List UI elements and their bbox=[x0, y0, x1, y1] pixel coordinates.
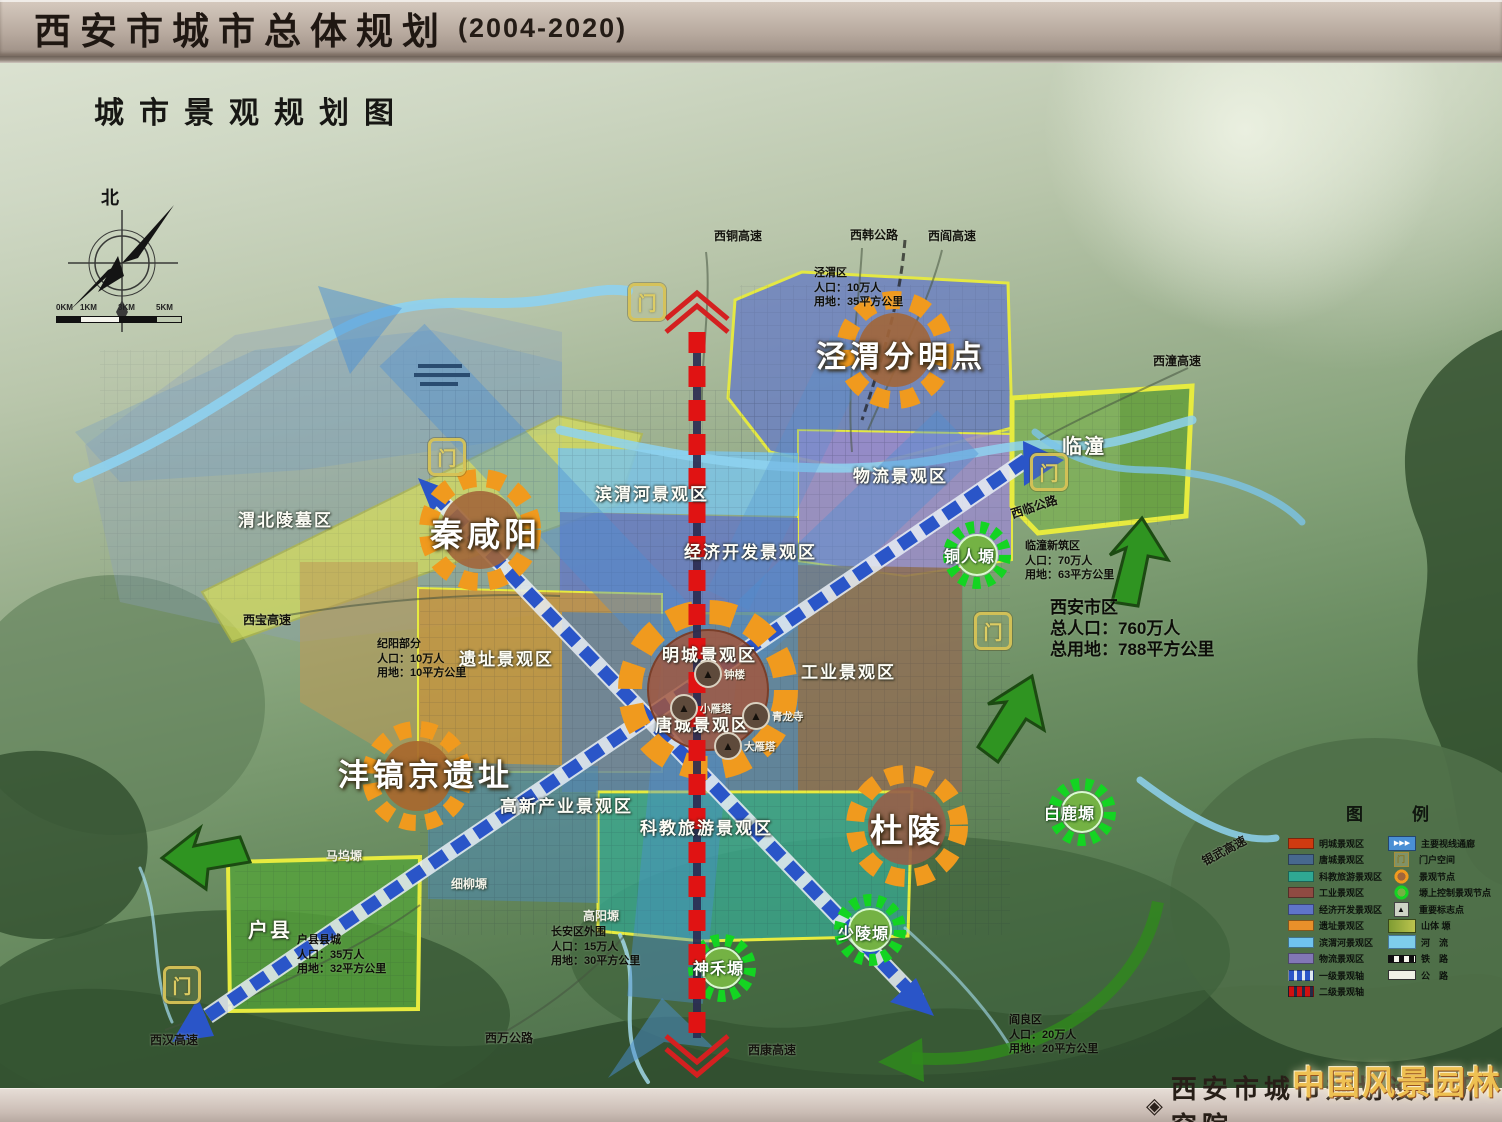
title-bar: 西安市城市总体规划 (2004-2020) bbox=[0, 0, 1502, 56]
legend-area-label: 二级景观轴 bbox=[1319, 985, 1364, 998]
legend-area-row: 明城景观区 bbox=[1288, 837, 1388, 849]
legend-area-column: 明城景观区唐城景观区科教旅游景观区工业景观区经济开发景观区遗址景观区滨渭河景观区… bbox=[1288, 837, 1388, 1002]
legend-area-label: 工业景观区 bbox=[1319, 886, 1364, 899]
legend-area-swatch bbox=[1288, 854, 1314, 865]
legend-symbol-label: 重要标志点 bbox=[1419, 903, 1464, 916]
page-title-years: (2004-2020) bbox=[458, 13, 627, 44]
plateau-node-icon bbox=[1394, 885, 1409, 900]
city-stats-population: 总人口：760万人 bbox=[1050, 618, 1214, 639]
railway-icon bbox=[1388, 955, 1416, 963]
legend-symbol-row: ▲ 重要标志点 bbox=[1388, 903, 1493, 915]
scale-bar-segments bbox=[56, 316, 182, 323]
scale-tick: 5KM bbox=[156, 303, 173, 312]
legend-area-row: 唐城景观区 bbox=[1288, 854, 1388, 866]
legend-area-swatch bbox=[1288, 871, 1314, 882]
legend-symbol-label: 景观节点 bbox=[1419, 870, 1455, 883]
legend-symbol-row: 铁 路 bbox=[1388, 953, 1493, 965]
planning-map-page: 渭北陵墓区滨渭河景观区经济开发景观区物流景观区遗址景观区明城景观区唐城景观区工业… bbox=[0, 0, 1502, 1122]
page-title: 西安市城市总体规划 bbox=[34, 1, 448, 55]
legend-area-label: 唐城景观区 bbox=[1319, 853, 1364, 866]
legend-area-row: 物流景观区 bbox=[1288, 953, 1388, 965]
landmark-icon: ▲ bbox=[1394, 902, 1409, 917]
landscape-node-icon bbox=[1394, 869, 1409, 884]
legend-symbol-label: 铁 路 bbox=[1421, 952, 1448, 965]
legend-area-row: 工业景观区 bbox=[1288, 887, 1388, 899]
north-label: 北 bbox=[101, 184, 119, 210]
legend-symbol-row: 山体 塬 bbox=[1388, 920, 1493, 932]
legend-symbol-row: ▶▶▶ 主要视线通廊 bbox=[1388, 837, 1493, 849]
city-stats-title: 西安市区 bbox=[1050, 597, 1214, 618]
legend-area-label: 一级景观轴 bbox=[1319, 969, 1364, 982]
legend-area-swatch bbox=[1288, 970, 1314, 981]
scale-bar: 0KM 1KM 3KM 5KM bbox=[56, 303, 182, 323]
legend-area-label: 明城景观区 bbox=[1319, 837, 1364, 850]
legend-area-row: 经济开发景观区 bbox=[1288, 903, 1388, 915]
legend-symbol-label: 公 路 bbox=[1421, 969, 1448, 982]
scale-tick: 1KM bbox=[80, 303, 97, 312]
legend-symbol-label: 山体 塬 bbox=[1421, 919, 1451, 932]
legend-symbol-row: 景观节点 bbox=[1388, 870, 1493, 882]
legend-symbol-row: 河 流 bbox=[1388, 936, 1493, 948]
legend-area-row: 遗址景观区 bbox=[1288, 920, 1388, 932]
scale-tick: 3KM bbox=[118, 303, 135, 312]
legend-area-row: 滨渭河景观区 bbox=[1288, 936, 1388, 948]
map-subtitle: 城市景观规划图 bbox=[94, 88, 409, 132]
legend-area-label: 物流景观区 bbox=[1319, 952, 1364, 965]
legend-area-swatch bbox=[1288, 920, 1314, 931]
footer-bar: ◈ 西安市城市规划设计研究院 bbox=[0, 1088, 1502, 1122]
legend-title: 图 例 bbox=[1346, 800, 1493, 825]
legend-area-row: 二级景观轴 bbox=[1288, 986, 1388, 998]
legend-symbol-row: 塬上控制景观节点 bbox=[1388, 887, 1493, 899]
xian-city-stats: 西安市区 总人口：760万人 总用地：788平方公里 bbox=[1050, 597, 1214, 660]
scale-tick: 0KM bbox=[56, 303, 73, 312]
legend-area-label: 遗址景观区 bbox=[1319, 919, 1364, 932]
legend-area-swatch bbox=[1288, 838, 1314, 849]
legend-symbol-label: 门户空间 bbox=[1419, 853, 1455, 866]
legend-symbol-label: 河 流 bbox=[1421, 936, 1448, 949]
river-icon bbox=[1388, 935, 1416, 949]
map-graphics bbox=[0, 0, 1502, 1122]
scale-bar-ticks: 0KM 1KM 3KM 5KM bbox=[56, 303, 182, 313]
legend-area-row: 科教旅游景观区 bbox=[1288, 870, 1388, 882]
gateway-icon: 门 bbox=[1394, 852, 1409, 867]
mountain-icon bbox=[1388, 919, 1416, 933]
legend-symbol-row: 门 门户空间 bbox=[1388, 854, 1493, 866]
legend-area-swatch bbox=[1288, 986, 1314, 997]
institute-logo-icon: ◈ bbox=[1146, 1095, 1163, 1117]
city-stats-area: 总用地：788平方公里 bbox=[1050, 639, 1214, 660]
legend-symbol-column: ▶▶▶ 主要视线通廊 门 门户空间 景观节点 塬上控制景观节点 ▲ 重要 bbox=[1388, 837, 1493, 1002]
legend-symbol-label: 塬上控制景观节点 bbox=[1419, 886, 1491, 899]
site-watermark: 中国风景园林网 bbox=[1292, 1056, 1502, 1104]
legend-area-label: 经济开发景观区 bbox=[1319, 903, 1382, 916]
legend-symbol-label: 主要视线通廊 bbox=[1421, 837, 1475, 850]
legend-symbol-row: 公 路 bbox=[1388, 969, 1493, 981]
legend: 图 例 明城景观区唐城景观区科教旅游景观区工业景观区经济开发景观区遗址景观区滨渭… bbox=[1288, 800, 1493, 1002]
legend-area-swatch bbox=[1288, 887, 1314, 898]
title-divider bbox=[0, 56, 1502, 63]
legend-area-label: 滨渭河景观区 bbox=[1319, 936, 1373, 949]
legend-area-row: 一级景观轴 bbox=[1288, 969, 1388, 981]
legend-area-swatch bbox=[1288, 953, 1314, 964]
sight-corridor-icon: ▶▶▶ bbox=[1388, 836, 1416, 851]
legend-area-swatch bbox=[1288, 937, 1314, 948]
legend-area-swatch bbox=[1288, 904, 1314, 915]
road-icon bbox=[1388, 970, 1416, 980]
legend-area-label: 科教旅游景观区 bbox=[1319, 870, 1382, 883]
